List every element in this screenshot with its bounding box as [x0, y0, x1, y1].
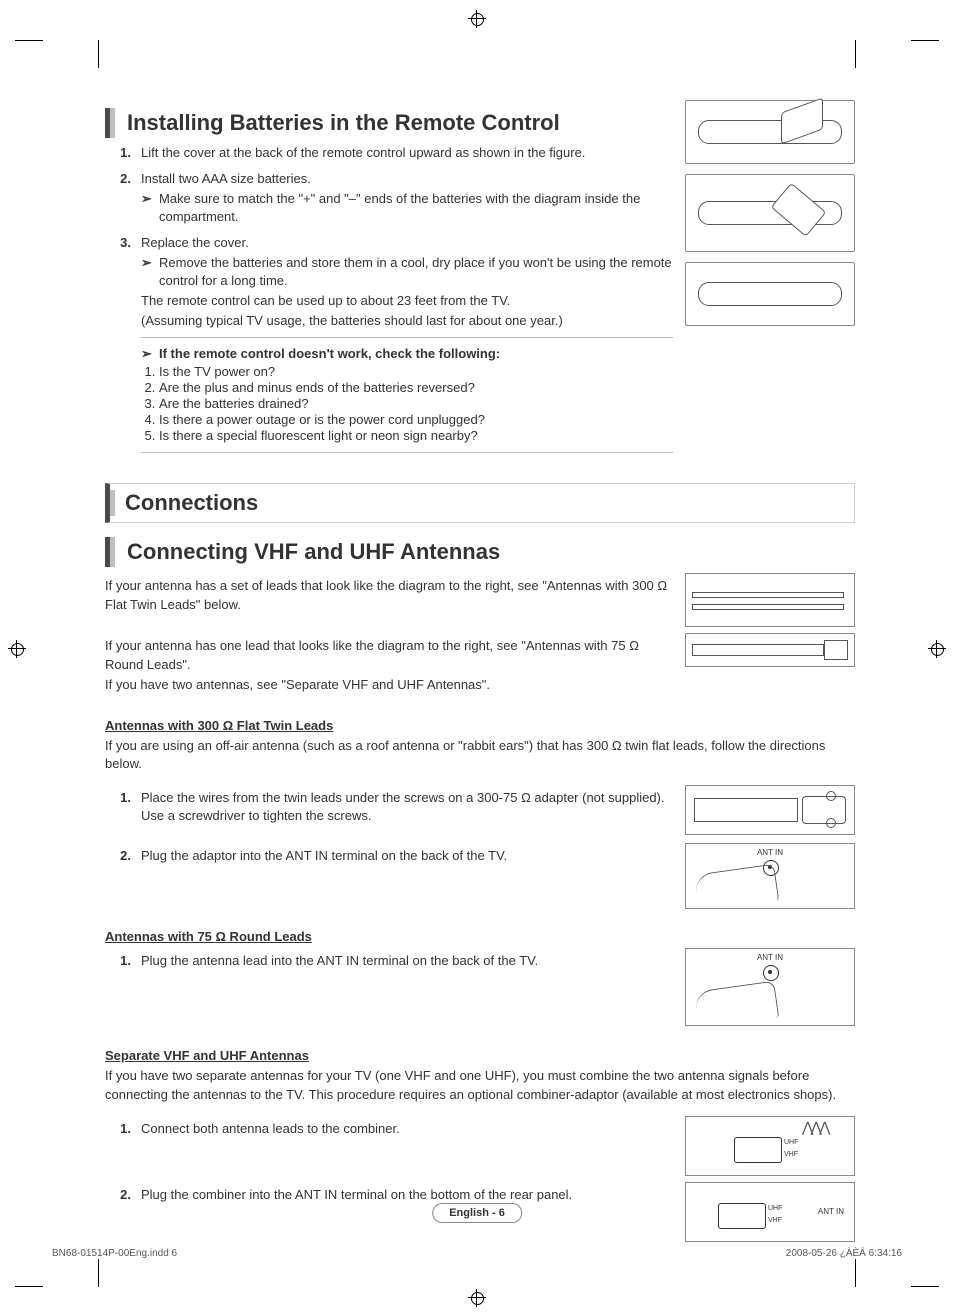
note-text: Make sure to match the "+" and "–" ends …	[159, 190, 673, 226]
uhf-label: UHF	[768, 1205, 782, 1212]
registration-mark-icon	[8, 640, 26, 658]
step-text: Install two AAA size batteries.	[141, 171, 311, 186]
step-number: 1.	[105, 144, 141, 162]
footer-timestamp: 2008-05-26 ¿ÀÈÄ 6:34:16	[786, 1248, 902, 1259]
step-text: Replace the cover.	[141, 235, 249, 250]
paragraph: If you have two antennas, see "Separate …	[105, 676, 673, 694]
troubleshoot-box: ➢ If the remote control doesn't work, ch…	[141, 337, 673, 453]
step-text: Plug the antenna lead into the ANT IN te…	[141, 952, 673, 970]
trouble-item: Is there a power outage or is the power …	[159, 412, 673, 427]
footer-filename: BN68-01514P-00Eng.indd 6	[52, 1248, 177, 1259]
subheading: Separate VHF and UHF Antennas	[105, 1048, 855, 1063]
crop-mark	[98, 1259, 99, 1287]
ant-in-label: ANT IN	[686, 953, 854, 962]
paragraph: If your antenna has a set of leads that …	[105, 577, 673, 613]
trouble-item: Is there a special fluorescent light or …	[159, 428, 673, 443]
adapter-illustration	[685, 785, 855, 835]
section-heading-antennas: Connecting VHF and UHF Antennas	[105, 537, 855, 567]
steps-list: 1. Plug the antenna lead into the ANT IN…	[105, 952, 673, 970]
crop-mark	[855, 1259, 856, 1287]
registration-mark-icon	[468, 1289, 486, 1307]
trouble-title: If the remote control doesn't work, chec…	[159, 346, 500, 362]
sub-text: The remote control can be used up to abo…	[141, 292, 673, 310]
step-number: 1.	[105, 789, 141, 825]
trouble-item: Are the batteries drained?	[159, 396, 673, 411]
step-number: 1.	[105, 952, 141, 970]
sub-text: (Assuming typical TV usage, the batterie…	[141, 312, 673, 330]
paragraph: If you are using an off-air antenna (suc…	[105, 737, 855, 773]
steps-list: 1. Lift the cover at the back of the rem…	[105, 144, 673, 329]
vhf-label: VHF	[784, 1151, 798, 1158]
steps-list: 1. Place the wires from the twin leads u…	[105, 789, 673, 825]
ant-in-label: ANT IN	[818, 1207, 844, 1216]
remote-closed-illustration	[685, 262, 855, 326]
trouble-item: Is the TV power on?	[159, 364, 673, 379]
steps-list: 1. Connect both antenna leads to the com…	[105, 1120, 673, 1138]
crop-mark	[911, 1286, 939, 1287]
remote-cover-illustration	[685, 100, 855, 164]
crop-mark	[911, 40, 939, 41]
step-text: Lift the cover at the back of the remote…	[141, 144, 673, 162]
note-arrow-icon: ➢	[141, 346, 159, 362]
ant-in-label: ANT IN	[686, 848, 854, 857]
step-number: 2.	[105, 847, 141, 865]
print-footer: BN68-01514P-00Eng.indd 6 2008-05-26 ¿ÀÈÄ…	[52, 1248, 902, 1259]
step-text: Connect both antenna leads to the combin…	[141, 1120, 673, 1138]
crop-mark	[98, 40, 99, 68]
uhf-label: UHF	[784, 1139, 798, 1146]
twin-lead-illustration	[685, 573, 855, 627]
steps-list: 2. Plug the combiner into the ANT IN ter…	[105, 1186, 673, 1204]
note-arrow-icon: ➢	[141, 190, 159, 226]
section-heading-batteries: Installing Batteries in the Remote Contr…	[105, 108, 673, 138]
note-arrow-icon: ➢	[141, 254, 159, 290]
vhf-label: VHF	[768, 1217, 782, 1224]
step-text: Use a screwdriver to tighten the screws.	[141, 807, 673, 825]
step-number: 3.	[105, 234, 141, 330]
step-text: Plug the adaptor into the ANT IN termina…	[141, 847, 673, 865]
step-number: 2.	[105, 1186, 141, 1204]
step-number: 1.	[105, 1120, 141, 1138]
ant-in-plug-illustration: ANT IN	[685, 843, 855, 909]
trouble-item: Are the plus and minus ends of the batte…	[159, 380, 673, 395]
crop-mark	[15, 40, 43, 41]
remote-batteries-illustration	[685, 174, 855, 252]
subheading: Antennas with 75 Ω Round Leads	[105, 929, 855, 944]
step-text: Place the wires from the twin leads unde…	[141, 789, 673, 807]
round-lead-illustration	[685, 633, 855, 667]
note-text: Remove the batteries and store them in a…	[159, 254, 673, 290]
trouble-list: Is the TV power on? Are the plus and min…	[159, 364, 673, 443]
combiner-illustration: ⋀⋀⋀ UHF VHF	[685, 1116, 855, 1176]
subheading: Antennas with 300 Ω Flat Twin Leads	[105, 718, 855, 733]
ant-in-plug-illustration: ANT IN	[685, 948, 855, 1026]
registration-mark-icon	[928, 640, 946, 658]
crop-mark	[855, 40, 856, 68]
step-number: 2.	[105, 170, 141, 226]
paragraph: If your antenna has one lead that looks …	[105, 637, 673, 673]
section-heading-connections: Connections	[105, 483, 855, 523]
combiner-antin-illustration: UHF VHF ANT IN	[685, 1182, 855, 1242]
step-text: Plug the combiner into the ANT IN termin…	[141, 1186, 673, 1204]
registration-mark-icon	[468, 10, 486, 28]
page-number: English - 6	[432, 1203, 522, 1223]
crop-mark	[15, 1286, 43, 1287]
steps-list: 2. Plug the adaptor into the ANT IN term…	[105, 847, 673, 865]
section-title: Connections	[110, 490, 844, 516]
section-title: Installing Batteries in the Remote Contr…	[127, 108, 560, 138]
section-title: Connecting VHF and UHF Antennas	[127, 537, 500, 567]
paragraph: If you have two separate antennas for yo…	[105, 1067, 855, 1103]
